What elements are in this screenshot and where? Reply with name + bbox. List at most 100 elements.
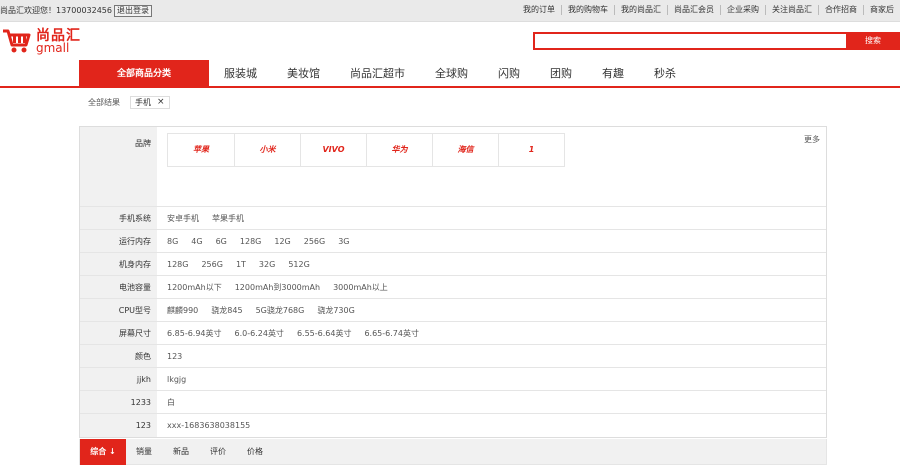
top-bar: 尚品汇欢迎您！13700032456 退出登录 我的订单 我的购物车 我的尚品汇 … [0,0,900,22]
nav-item-flash[interactable]: 闪购 [483,60,535,88]
nav-item-beauty[interactable]: 美妆馆 [272,60,335,88]
filter-label: 运行内存 [80,230,157,252]
filter-value[interactable]: 苹果手机 [212,207,244,230]
nav-item-group[interactable]: 团购 [535,60,587,88]
logout-button[interactable]: 退出登录 [114,5,152,17]
filter-row-storage: 机身内存 128G 256G 1T 32G 512G [80,253,826,276]
filter-value[interactable]: 128G [167,253,188,276]
filter-values: 6.85-6.94英寸 6.0-6.24英寸 6.55-6.64英寸 6.65-… [167,322,432,345]
filter-value[interactable]: 512G [288,253,309,276]
top-bar-links: 我的订单 我的购物车 我的尚品汇 尚品汇会员 企业采购 关注尚品汇 合作招商 商… [517,5,900,15]
filter-row-cpu: CPU型号 麒麟990 骁龙845 5G骁龙768G 骁龙730G [80,299,826,322]
link-my-orders[interactable]: 我的订单 [517,5,561,15]
more-brands-link[interactable]: 更多 [804,134,820,145]
filter-values: 白 [167,391,188,414]
filter-values: 安卓手机 苹果手机 [167,207,257,230]
filter-label: 手机系统 [80,207,157,229]
top-bar-left: 尚品汇欢迎您！13700032456 退出登录 [0,5,152,17]
filter-value[interactable]: 4G [191,230,202,253]
nav-item-global[interactable]: 全球购 [420,60,483,88]
filter-value[interactable]: 128G [240,230,261,253]
nav-item-supermarket[interactable]: 尚品汇超市 [335,60,420,88]
filter-value[interactable]: 1200mAh到3000mAh [235,276,320,299]
filter-row-jjkh: jjkh lkgjg [80,368,826,391]
filter-value[interactable]: 6.0-6.24英寸 [235,322,284,345]
filter-value[interactable]: 6G [216,230,227,253]
greeting-text: 尚品汇欢迎您！13700032456 [0,6,112,15]
link-my-gmall[interactable]: 我的尚品汇 [614,5,667,15]
filter-value[interactable]: 1200mAh以下 [167,276,222,299]
filter-value[interactable]: 5G骁龙768G [256,299,305,322]
filter-row-color: 颜色 123 [80,345,826,368]
filter-value[interactable]: 1T [236,253,246,276]
filter-value[interactable]: 骁龙730G [317,299,354,322]
close-icon[interactable]: × [157,97,165,108]
search-button[interactable]: 搜索 [846,32,900,50]
search-input[interactable] [533,32,846,50]
filter-value[interactable]: 32G [259,253,275,276]
filter-row-battery: 电池容量 1200mAh以下 1200mAh到3000mAh 3000mAh以上 [80,276,826,299]
sort-bar: 综合 ↓ 销量 新品 评价 价格 [79,439,827,465]
all-categories-button[interactable]: 全部商品分类 [79,60,209,88]
link-my-cart[interactable]: 我的购物车 [561,5,614,15]
brand-item[interactable]: 华为 [366,134,432,166]
sort-option-default[interactable]: 综合 ↓ [80,439,126,465]
filter-row-brand: 品牌 苹果 小米 VIVO 华为 海信 1 更多 [80,127,826,207]
filter-values: 123 [167,345,195,368]
brand-item[interactable]: 1 [498,134,564,166]
filter-values: xxx-1683638038155 [167,414,263,437]
filter-value[interactable]: 骁龙845 [211,299,242,322]
sort-option-price[interactable]: 价格 [247,439,263,465]
brand-item[interactable]: 海信 [432,134,498,166]
nav-item-clothing[interactable]: 服装城 [209,60,272,88]
filter-value[interactable]: 6.85-6.94英寸 [167,322,222,345]
filter-label: 123 [80,414,157,437]
filter-value[interactable]: 白 [167,391,175,414]
filter-value[interactable]: 256G [304,230,325,253]
brand-list: 苹果 小米 VIVO 华为 海信 1 [167,133,565,167]
filter-label: CPU型号 [80,299,157,321]
link-enterprise[interactable]: 企业采购 [720,5,765,15]
filter-value[interactable]: 3G [338,230,349,253]
filter-values: 8G 4G 6G 128G 12G 256G 3G [167,230,363,253]
search-bar: 搜索 [533,32,900,50]
filter-row-ram: 运行内存 8G 4G 6G 128G 12G 256G 3G [80,230,826,253]
filter-value[interactable]: lkgjg [167,368,186,391]
sort-option-new[interactable]: 新品 [173,439,189,465]
filter-value[interactable]: xxx-1683638038155 [167,414,250,437]
filter-value[interactable]: 123 [167,345,182,368]
nav-item-seckill[interactable]: 秒杀 [639,60,691,88]
filter-tag-label: 手机 [135,98,151,107]
filter-label: 屏幕尺寸 [80,322,157,344]
filter-values: 1200mAh以下 1200mAh到3000mAh 3000mAh以上 [167,276,401,299]
filter-value[interactable]: 8G [167,230,178,253]
filter-value[interactable]: 安卓手机 [167,207,199,230]
filter-value[interactable]: 12G [274,230,290,253]
filter-value[interactable]: 6.65-6.74英寸 [364,322,419,345]
sort-options: 销量 新品 评价 价格 [136,439,284,465]
filter-value[interactable]: 6.55-6.64英寸 [297,322,352,345]
breadcrumb-root[interactable]: 全部结果 [88,97,120,108]
nav-item-fun[interactable]: 有趣 [587,60,639,88]
filter-value[interactable]: 3000mAh以上 [333,276,388,299]
sort-option-sales[interactable]: 销量 [136,439,152,465]
logo-text-en: gmall [36,41,70,55]
brand-item[interactable]: VIVO [300,134,366,166]
filter-values: 麒麟990 骁龙845 5G骁龙768G 骁龙730G [167,299,368,322]
site-logo[interactable]: 尚品汇 gmall [2,24,82,58]
brand-item[interactable]: 小米 [234,134,300,166]
sort-option-reviews[interactable]: 评价 [210,439,226,465]
link-cooperation[interactable]: 合作招商 [818,5,863,15]
filter-row-123: 123 xxx-1683638038155 [80,414,826,437]
link-follow[interactable]: 关注尚品汇 [765,5,818,15]
filter-values: lkgjg [167,368,199,391]
filter-value[interactable]: 麒麟990 [167,299,198,322]
filter-value[interactable]: 256G [201,253,222,276]
nav-items: 服装城 美妆馆 尚品汇超市 全球购 闪购 团购 有趣 秒杀 [209,60,691,88]
link-membership[interactable]: 尚品汇会员 [667,5,720,15]
cart-logo-icon [3,29,31,53]
filter-label: jjkh [80,368,157,390]
brand-item[interactable]: 苹果 [168,134,234,166]
link-merchant[interactable]: 商家后 [863,5,900,15]
filter-label: 品牌 [80,127,157,206]
